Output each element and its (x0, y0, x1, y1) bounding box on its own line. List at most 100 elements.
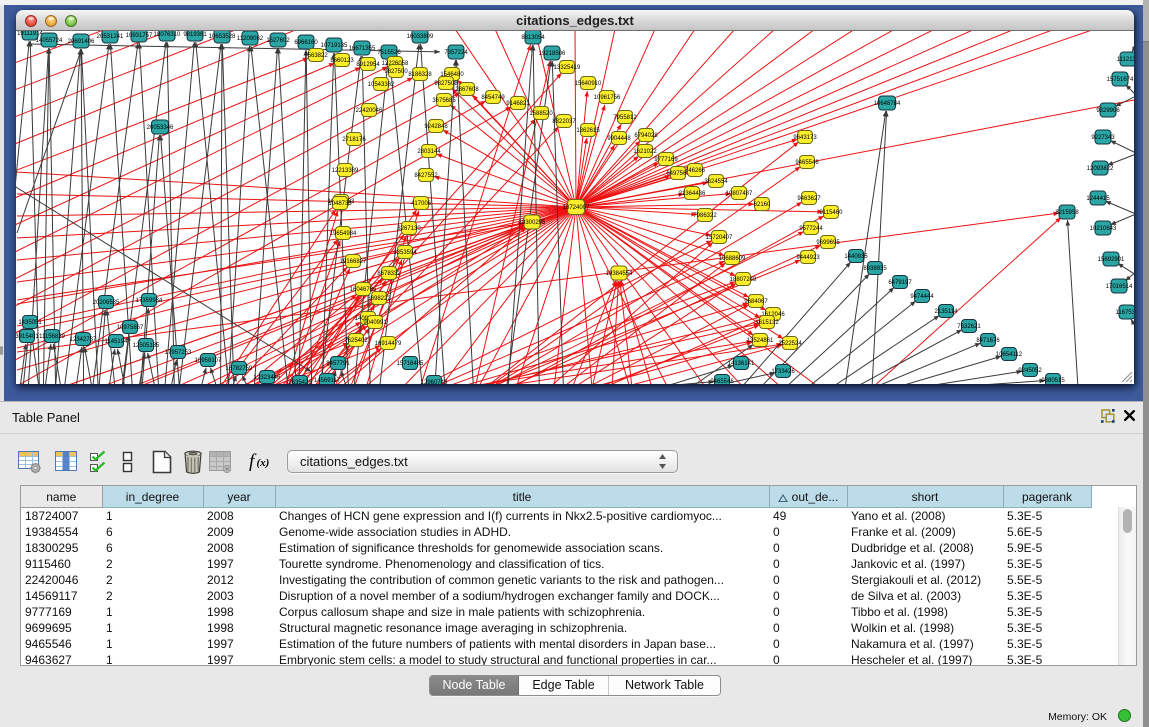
table-selector-combo[interactable]: citations_edges.txt (287, 450, 678, 473)
node-label: 1048733 (328, 201, 352, 207)
node-label: 10653528 (209, 34, 236, 40)
splitter-knob-icon (0, 346, 3, 355)
column-header-short[interactable]: short (847, 486, 1003, 508)
table-row[interactable]: 946554611997Estimation of the future num… (21, 636, 1091, 652)
node-label: 8813054 (521, 35, 545, 41)
node-label: 3698222 (367, 296, 391, 302)
combo-arrows-icon (658, 453, 667, 470)
node-label: 16671355 (349, 46, 376, 52)
table-panel-titlebar: Table Panel (0, 402, 1143, 434)
tab-network-table[interactable]: Network Table (609, 676, 720, 695)
node-label: 9227343 (1091, 135, 1115, 141)
create-column-icon[interactable] (151, 449, 177, 475)
table-row[interactable]: 1938455462009Genome-wide association stu… (21, 524, 1091, 540)
node-label: 9577244 (799, 226, 823, 232)
node-label: 1527602 (266, 38, 290, 44)
show-columns-icon[interactable] (55, 449, 81, 475)
column-header-name[interactable]: name (21, 486, 102, 508)
node-label: 9329906 (1096, 108, 1120, 114)
node-label: 10210643 (1090, 226, 1117, 232)
node-label: 22420046 (356, 108, 383, 114)
node-label: 10543382 (368, 82, 395, 88)
network-window-titlebar[interactable]: citations_edges.txt (16, 10, 1134, 31)
column-header-in_degree[interactable]: in_degree (102, 486, 203, 508)
node-label: 18300295 (519, 220, 546, 226)
delete-column-icon[interactable] (182, 449, 208, 475)
node-label: 19111914 (17, 31, 43, 37)
node-label: 1435051 (18, 320, 42, 326)
node-label: 6966160 (294, 40, 318, 46)
node-label: 15751674 (1107, 77, 1134, 83)
node-label: 8186328 (408, 72, 432, 78)
network-view-window[interactable]: citations_edges.txt 19111914140557242069… (16, 10, 1134, 384)
node-label: 10961756 (594, 95, 621, 101)
node-label: 9819381 (183, 32, 207, 38)
table-row[interactable]: 946362711997Embryonic stem cells: a mode… (21, 652, 1091, 666)
network-graph[interactable]: 1911191414055724206914062053124110931757… (16, 31, 1134, 384)
table-mode-icon[interactable] (18, 449, 44, 475)
node-label: 8322037 (552, 119, 576, 125)
node-label: 21364436 (679, 191, 706, 197)
node-label: 17016514 (1106, 284, 1133, 290)
node-label: 12960743 (421, 380, 448, 384)
table-row[interactable]: 911546021997Tourette syndrome. Phenomeno… (21, 556, 1091, 572)
node-label: 19218506 (539, 51, 566, 57)
table-vertical-scrollbar[interactable] (1118, 507, 1136, 665)
node-label: 13325419 (554, 65, 581, 71)
float-panel-icon[interactable] (1101, 409, 1115, 423)
table-row[interactable]: 2242004622012Investigating the contribut… (21, 572, 1091, 588)
node-label: 1733426 (771, 369, 795, 375)
column-header-title[interactable]: title (275, 486, 769, 508)
node-label: 9465546 (795, 160, 819, 166)
column-header-pagerank[interactable]: pagerank (1003, 486, 1091, 508)
node-label: 1615132 (755, 320, 779, 326)
node-label: 8215958 (1055, 210, 1079, 216)
node-label: 14136141 (728, 361, 755, 367)
close-panel-icon[interactable] (1124, 410, 1135, 421)
resize-grip-icon[interactable] (1120, 370, 1133, 383)
node-label: 16033809 (407, 34, 434, 40)
delete-table-icon[interactable] (209, 449, 235, 475)
node-label: 15692901 (1098, 257, 1125, 263)
node-label: 20691406 (68, 39, 95, 45)
node-label: 1167534 (1116, 310, 1134, 316)
node-label: 1112134 (1117, 57, 1134, 63)
node-label: 10807487 (726, 191, 753, 197)
table-row[interactable]: 1456911722003Disruption of a novel membe… (21, 588, 1091, 604)
table-row[interactable]: 969969511998Structural magnetic resonanc… (21, 620, 1091, 636)
table-header-row: namein_degreeyeartitleout_de...shortpage… (21, 486, 1091, 508)
function-builder-icon[interactable]: f (x) (248, 449, 274, 475)
node-label: 12213389 (332, 168, 359, 174)
tab-edge-table[interactable]: Edge Table (519, 676, 609, 695)
node-label: 15716485 (397, 361, 424, 367)
cytoscape-desktop: citations_edges.txt 19111914140557242069… (4, 5, 1143, 401)
node-label: 8938935 (863, 266, 887, 272)
network-window-title: citations_edges.txt (16, 10, 1134, 31)
row-height-icon[interactable] (122, 449, 148, 475)
node-label: 16914479 (375, 341, 402, 347)
table-row[interactable]: 977716911998Corpus callosum shape and si… (21, 604, 1091, 620)
node-label: 6794028 (634, 133, 658, 139)
select-columns-icon[interactable] (89, 449, 115, 475)
node-label: 7632621 (957, 324, 981, 330)
combo-value: citations_edges.txt (300, 451, 408, 472)
network-canvas[interactable]: 1911191414055724206914062053124110931757… (16, 31, 1134, 384)
table-row[interactable]: 1830029562008Estimation of significance … (21, 540, 1091, 556)
node-label: 12093822 (1087, 166, 1114, 172)
node-label: 1440935 (844, 254, 868, 260)
node-label: 9146821 (506, 101, 530, 107)
scrollbar-thumb[interactable] (1123, 509, 1132, 533)
column-header-out_de...[interactable]: out_de... (769, 486, 847, 508)
node-label: 7515526 (377, 50, 401, 56)
node-label: 19384554 (606, 271, 633, 277)
column-header-year[interactable]: year (203, 486, 275, 508)
node-label: 10931757 (126, 33, 153, 39)
table-row[interactable]: 1872400712008Changes of HCN gene express… (21, 508, 1091, 525)
app-window-left-edge (0, 5, 4, 401)
node-label: 18807249 (730, 277, 757, 283)
tab-node-table[interactable]: Node Table (430, 676, 519, 695)
node-label: 9040991 (363, 320, 387, 326)
node-label: 8454749 (481, 95, 505, 101)
node-label: 1244415 (1086, 196, 1110, 202)
node-label: 1353594 (393, 250, 417, 256)
